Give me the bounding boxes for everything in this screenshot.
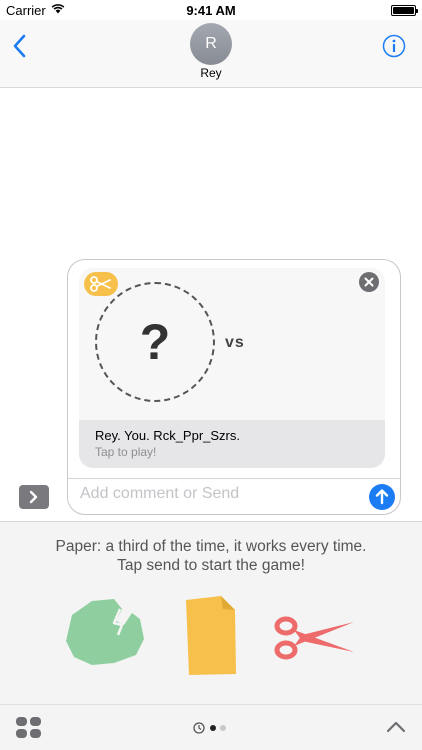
caption-subtitle: Tap to play! (95, 445, 157, 459)
scissors-icon[interactable] (272, 612, 358, 664)
send-button[interactable] (369, 484, 395, 510)
info-icon[interactable] (382, 34, 406, 58)
paper-icon[interactable] (185, 596, 237, 676)
status-bar: Carrier 9:41 AM (0, 0, 422, 20)
page-dot-current (210, 725, 216, 731)
game-panel: Paper: a third of the time, it works eve… (0, 521, 422, 704)
tagline-line-1: Paper: a third of the time, it works eve… (55, 538, 367, 555)
composer-divider (68, 478, 400, 479)
chevron-up-icon[interactable] (386, 720, 406, 734)
game-card-caption[interactable]: Rey. You. Rck_Ppr_Szrs. Tap to play! (79, 420, 385, 468)
close-icon[interactable] (359, 272, 379, 292)
app-grid-icon[interactable] (16, 717, 42, 739)
contact-name[interactable]: Rey (0, 66, 422, 80)
expand-button[interactable] (19, 485, 49, 509)
message-compose-bubble: ? vs Rey. You. Rck_Ppr_Szrs. Tap to play… (67, 259, 401, 515)
chevron-left-icon[interactable] (10, 34, 30, 58)
comment-input[interactable] (80, 482, 360, 506)
game-card-preview[interactable]: ? vs (79, 268, 385, 420)
rock-icon[interactable] (62, 595, 146, 667)
avatar-initial: R (205, 35, 217, 52)
opponent-choice-placeholder: ? (95, 282, 215, 402)
avatar[interactable]: R (190, 23, 232, 65)
question-mark: ? (139, 314, 171, 370)
arrow-up-icon (375, 489, 389, 505)
conversation-header: R Rey (0, 20, 422, 88)
game-card[interactable]: ? vs Rey. You. Rck_Ppr_Szrs. Tap to play… (79, 268, 385, 468)
caption-title: Rey. You. Rck_Ppr_Szrs. (95, 428, 240, 443)
tagline-line-2: Tap send to start the game! (117, 557, 305, 574)
status-time: 9:41 AM (186, 3, 236, 18)
page-indicator[interactable] (192, 721, 232, 735)
app-drawer-bar (0, 704, 422, 750)
page-dot (220, 725, 226, 731)
vs-label: vs (225, 334, 245, 351)
chevron-right-icon (29, 490, 38, 504)
battery-icon (391, 5, 418, 16)
